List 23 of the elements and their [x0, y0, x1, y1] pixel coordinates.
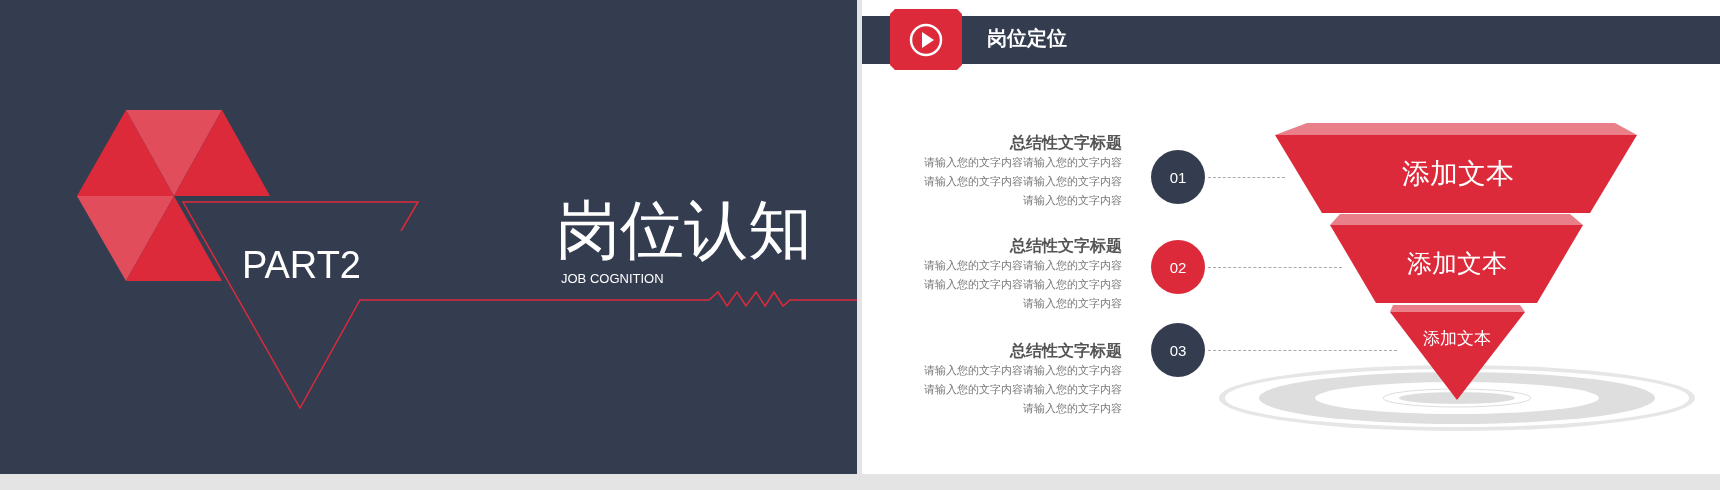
part-label: PART2	[242, 246, 361, 284]
item-text: 请输入您的文字内容请输入您的文字内容	[924, 277, 1122, 292]
number-circle: 02	[1151, 240, 1205, 294]
item-heading: 总结性文字标题	[1010, 341, 1122, 361]
funnel-label: 添加文本	[1402, 160, 1514, 188]
item-text: 请输入您的文字内容请输入您的文字内容	[924, 155, 1122, 170]
slide-title: 岗位定位	[987, 28, 1067, 48]
play-icon	[909, 22, 943, 57]
item-text: 请输入您的文字内容请输入您的文字内容	[924, 174, 1122, 189]
item-text: 请输入您的文字内容	[1023, 296, 1122, 311]
funnel-label: 添加文本	[1407, 251, 1507, 276]
section-title: 岗位认知	[556, 198, 812, 262]
item-text: 请输入您的文字内容	[1023, 193, 1122, 208]
item-heading: 总结性文字标题	[1010, 133, 1122, 153]
item-text: 请输入您的文字内容	[1023, 401, 1122, 416]
item-text: 请输入您的文字内容请输入您的文字内容	[924, 382, 1122, 397]
section-subtitle: JOB COGNITION	[561, 272, 664, 285]
number-circle: 03	[1151, 323, 1205, 377]
number-circle: 01	[1151, 150, 1205, 204]
item-heading: 总结性文字标题	[1010, 236, 1122, 256]
item-text: 请输入您的文字内容请输入您的文字内容	[924, 363, 1122, 378]
funnel-label: 添加文本	[1423, 330, 1491, 347]
item-text: 请输入您的文字内容请输入您的文字内容	[924, 258, 1122, 273]
